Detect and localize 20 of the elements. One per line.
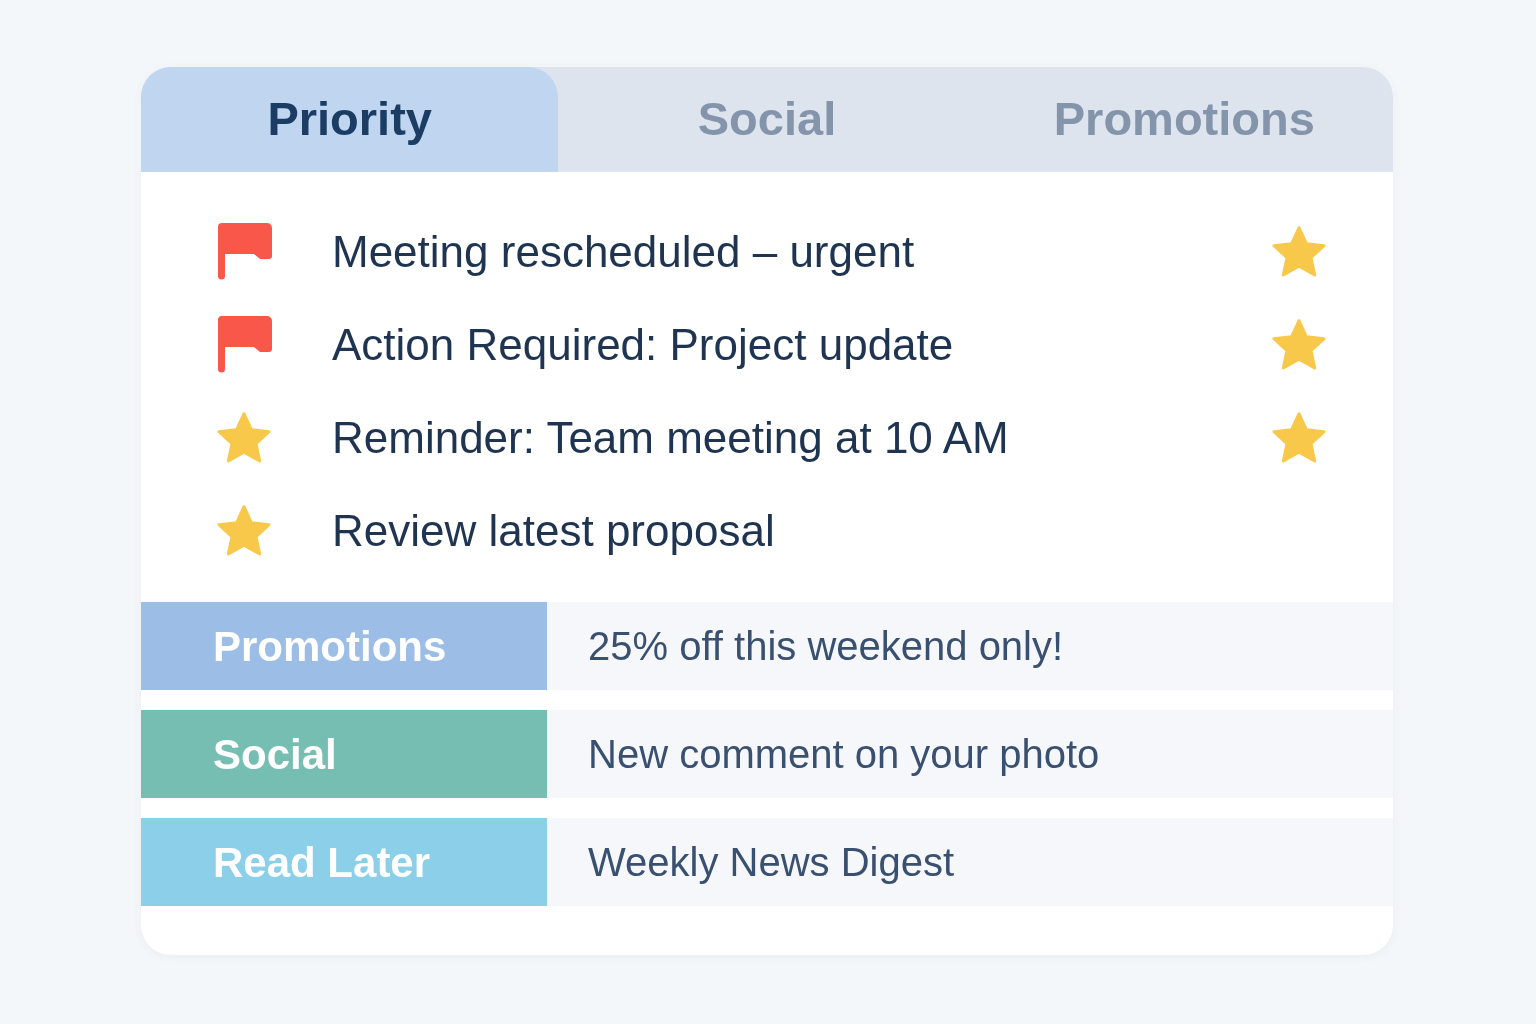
- message-subject: Reminder: Team meeting at 10 AM: [332, 411, 1010, 464]
- category-label[interactable]: Promotions: [141, 602, 547, 690]
- category-label[interactable]: Read Later: [141, 818, 547, 906]
- message-preview[interactable]: Weekly News Digest: [547, 818, 1393, 906]
- message-preview[interactable]: 25% off this weekend only!: [547, 602, 1393, 690]
- flag-icon: [216, 223, 272, 280]
- star-icon[interactable]: [1272, 412, 1326, 463]
- star-icon: [217, 412, 271, 463]
- star-icon[interactable]: [1272, 319, 1326, 370]
- tab[interactable]: Priority: [141, 67, 559, 172]
- category-label[interactable]: Social: [141, 710, 547, 798]
- message-subject: Review latest proposal: [332, 504, 776, 557]
- star-icon[interactable]: [1272, 226, 1326, 277]
- tab[interactable]: Social: [558, 67, 976, 172]
- star-icon: [217, 505, 271, 556]
- flag-icon: [216, 316, 272, 373]
- message-subject: Action Required: Project update: [332, 318, 955, 371]
- message-preview[interactable]: New comment on your photo: [547, 710, 1393, 798]
- tab[interactable]: Promotions: [975, 67, 1393, 172]
- message-subject: Meeting rescheduled – urgent: [332, 225, 916, 278]
